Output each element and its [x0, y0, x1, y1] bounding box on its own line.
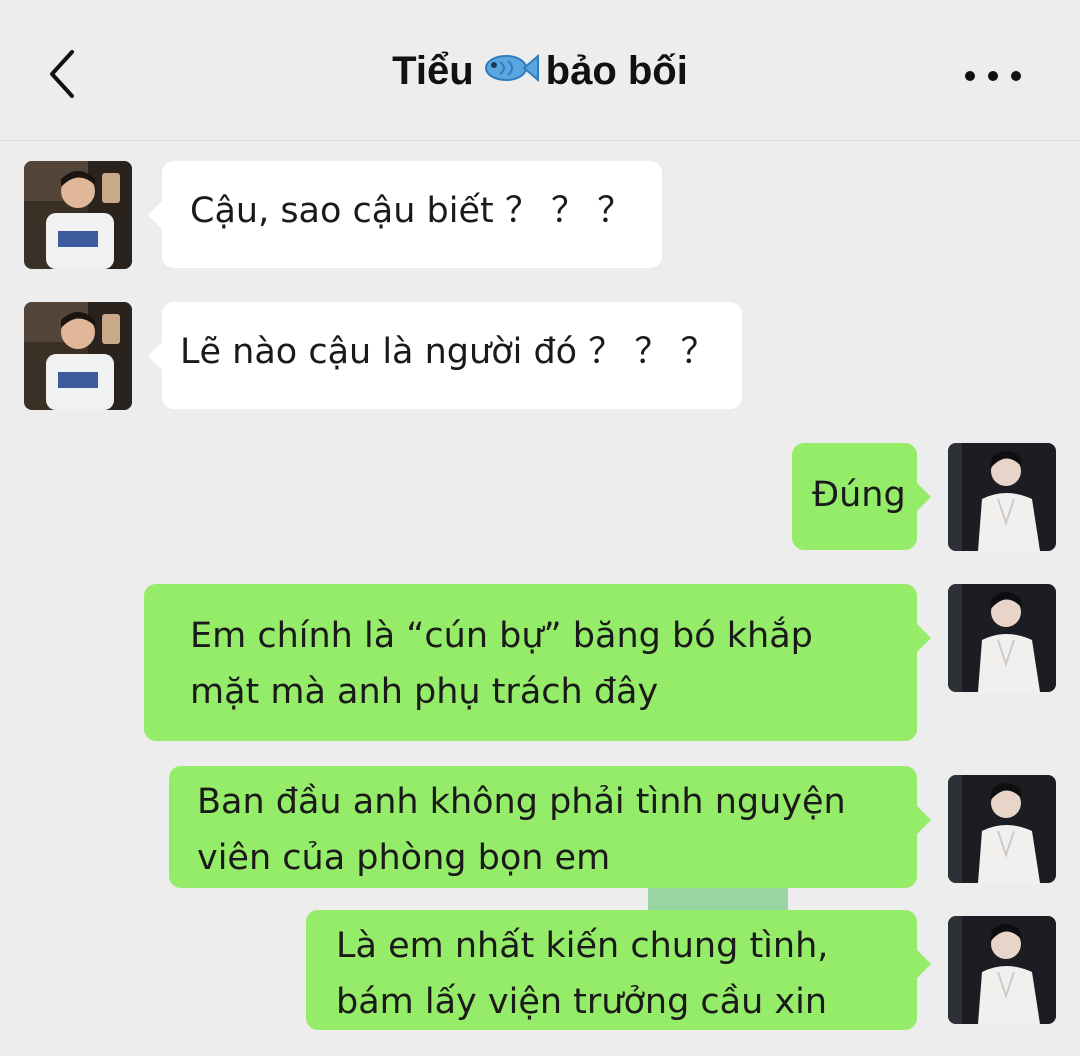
message-bubble[interactable]: Ban đầu anh không phải tình nguyện viên …	[169, 766, 931, 888]
watermark-fragment	[648, 888, 788, 912]
message-text: Ban đầu anh không phải tình nguyện viên …	[197, 782, 857, 878]
chat-title: Tiểu bảo bối	[0, 48, 1080, 98]
message-bubble[interactable]: Em chính là “cún bự” băng bó khắp mặt mà…	[144, 584, 931, 741]
contact-avatar[interactable]	[24, 161, 132, 269]
message-bubble[interactable]: Là em nhất kiến chung tình, bám lấy viện…	[306, 910, 931, 1030]
title-prefix: Tiểu	[392, 49, 474, 93]
message-bubble[interactable]: Cậu, sao cậu biết ？ ？ ？	[148, 161, 662, 268]
message-text: Là em nhất kiến chung tình, bám lấy viện…	[336, 926, 840, 1022]
ellipsis-icon	[965, 71, 1021, 81]
message-bubble[interactable]: Lẽ nào cậu là người đó ？ ？ ？	[148, 302, 742, 409]
user-avatar[interactable]	[948, 775, 1056, 883]
user-avatar[interactable]	[948, 916, 1056, 1024]
message-text: Cậu, sao cậu biết ？ ？ ？	[190, 191, 633, 231]
message-text: Lẽ nào cậu là người đó ？ ？ ？	[180, 332, 716, 372]
title-suffix: bảo bối	[545, 49, 688, 93]
chat-header: Tiểu bảo bối	[0, 0, 1080, 141]
fish-icon	[480, 48, 540, 98]
message-text: Đúng	[812, 475, 906, 515]
contact-avatar[interactable]	[24, 302, 132, 410]
more-options-button[interactable]	[958, 58, 1028, 94]
user-avatar[interactable]	[948, 584, 1056, 692]
message-bubble[interactable]: Đúng	[792, 443, 931, 550]
message-text: Em chính là “cún bự” băng bó khắp mặt mà…	[190, 616, 824, 712]
user-avatar[interactable]	[948, 443, 1056, 551]
